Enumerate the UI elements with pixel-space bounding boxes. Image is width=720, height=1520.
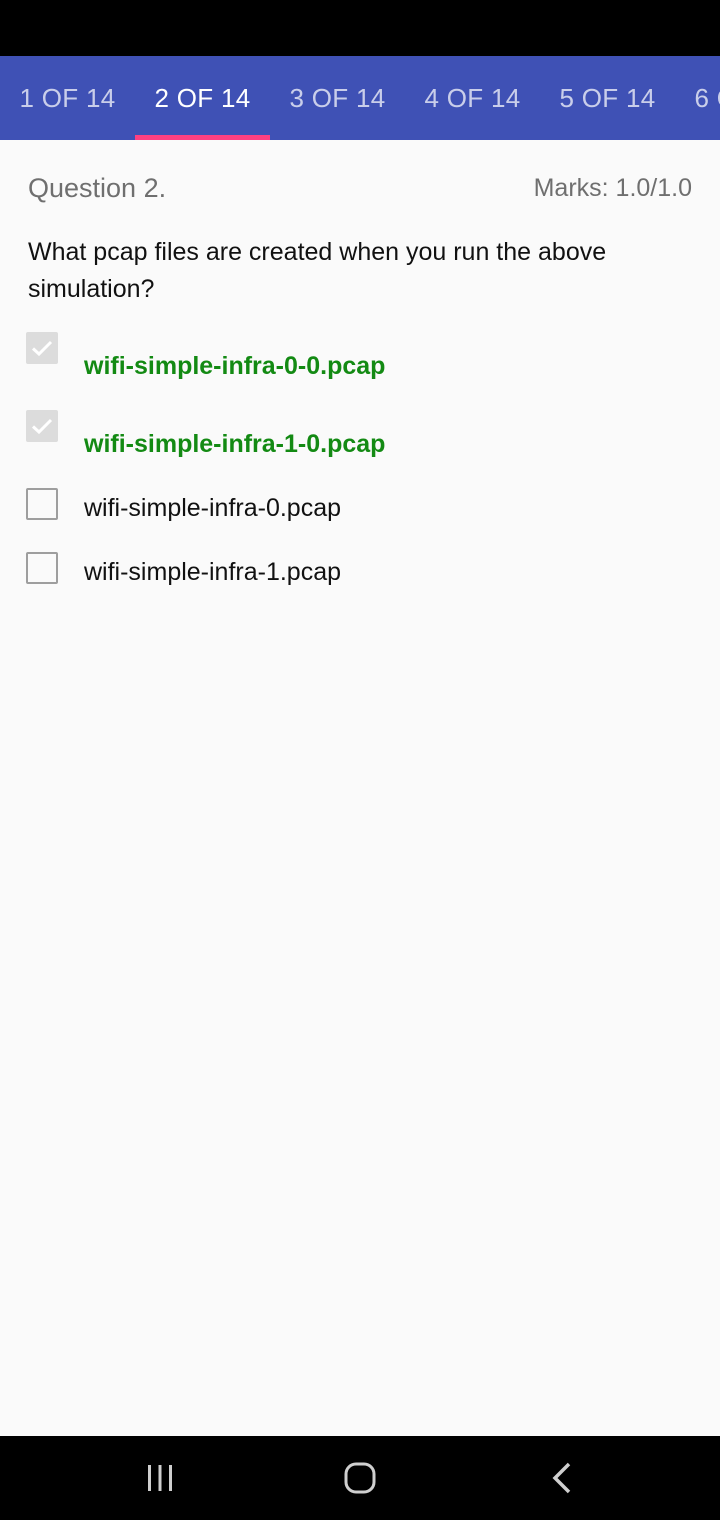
option-label: wifi-simple-infra-1-0.pcap (84, 430, 386, 458)
tab-question-1[interactable]: 1 OF 14 (0, 56, 135, 140)
option-label: wifi-simple-infra-0-0.pcap (84, 352, 386, 380)
option-3[interactable]: wifi-simple-infra-0.pcap (26, 488, 686, 552)
option-label: wifi-simple-infra-0.pcap (84, 494, 342, 522)
check-icon (31, 418, 53, 435)
question-tab-bar: 1 OF 14 2 OF 14 3 OF 14 4 OF 14 5 OF 14 … (0, 56, 720, 140)
option-1[interactable]: wifi-simple-infra-0-0.pcap (26, 332, 686, 396)
tab-question-4[interactable]: 4 OF 14 (405, 56, 540, 140)
question-text: What pcap files are created when you run… (28, 238, 607, 303)
tab-question-5[interactable]: 5 OF 14 (540, 56, 675, 140)
checkbox-checked[interactable] (26, 410, 58, 442)
option-2[interactable]: wifi-simple-infra-1-0.pcap (26, 410, 686, 474)
back-icon (552, 1462, 571, 1494)
checkbox-unchecked[interactable] (26, 488, 58, 520)
recent-apps-button[interactable] (130, 1456, 190, 1500)
home-button[interactable] (330, 1456, 390, 1500)
checkbox-unchecked[interactable] (26, 552, 58, 584)
marks-label: Marks: 1.0/1.0 (533, 173, 692, 202)
option-4[interactable]: wifi-simple-infra-1.pcap (26, 552, 686, 616)
system-nav-bar (0, 1436, 720, 1520)
status-bar (0, 0, 720, 56)
recent-apps-icon (148, 1465, 172, 1491)
checkbox-checked[interactable] (26, 332, 58, 364)
back-button[interactable] (532, 1456, 592, 1500)
question-number: Question 2. (28, 172, 167, 203)
option-label: wifi-simple-infra-1.pcap (84, 558, 342, 586)
home-icon (344, 1462, 376, 1494)
check-icon (31, 340, 53, 357)
question-header: Question 2. Marks: 1.0/1.0 (28, 170, 692, 206)
tab-question-6[interactable]: 6 OF 14 (675, 56, 720, 140)
tab-question-2[interactable]: 2 OF 14 (135, 56, 270, 140)
tab-question-3[interactable]: 3 OF 14 (270, 56, 405, 140)
